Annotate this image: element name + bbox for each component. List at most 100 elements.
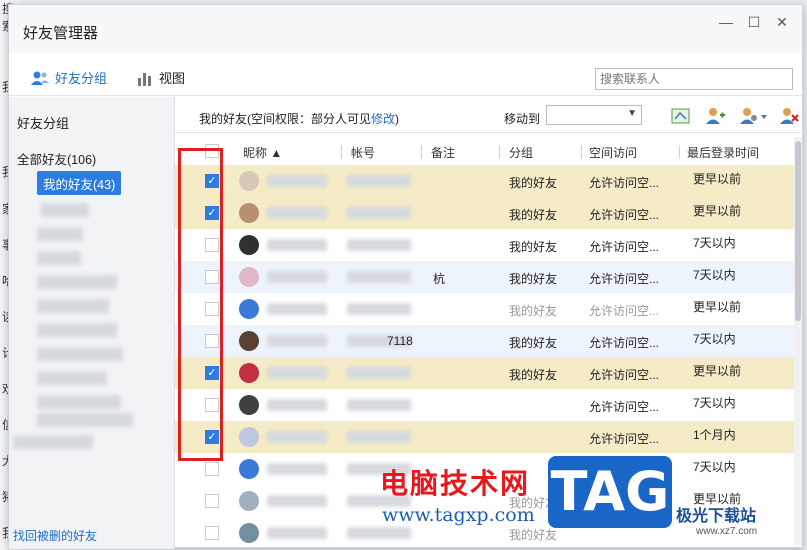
tab-view[interactable]: 视图 bbox=[137, 68, 185, 87]
row-checkbox[interactable] bbox=[205, 494, 219, 508]
column-account[interactable]: 帐号 bbox=[351, 144, 375, 161]
table-row[interactable]: 7118 我的好友 允许访问空... 7天以内 bbox=[175, 325, 795, 357]
watermark-title: 电脑技术网 bbox=[380, 467, 531, 500]
maximize-button[interactable]: ☐ bbox=[743, 11, 765, 33]
users-icon bbox=[31, 71, 49, 85]
table-row[interactable]: 我的好友 允许访问空... 7天以内 bbox=[175, 229, 795, 261]
blurred-account bbox=[347, 207, 411, 219]
row-checkbox[interactable] bbox=[205, 526, 219, 540]
blurred-group[interactable] bbox=[37, 227, 83, 241]
permission-text: 我的好友(空间权限：部分人可见 bbox=[199, 112, 371, 126]
watermark-site-url: www.xz7.com bbox=[696, 526, 758, 537]
space-access-cell: 允许访问空... bbox=[589, 208, 660, 222]
avatar bbox=[239, 331, 259, 351]
blurred-nickname bbox=[267, 239, 327, 251]
space-access-cell: 允许访问空... bbox=[589, 432, 660, 446]
scrollbar-thumb[interactable] bbox=[795, 141, 801, 321]
remark-text: 杭 bbox=[433, 272, 446, 286]
table-row[interactable]: ✓ 我的好友 允许访问空... 更早以前 bbox=[175, 357, 795, 389]
blurred-nickname bbox=[267, 335, 327, 347]
space-access-cell: 允许访问空... bbox=[589, 240, 660, 254]
table-row[interactable]: ✓ 我的好友 允许访问空... 更早以前 bbox=[175, 165, 795, 197]
column-divider bbox=[341, 145, 342, 159]
modify-permission-link[interactable]: 修改 bbox=[371, 112, 395, 126]
vertical-scrollbar[interactable] bbox=[794, 137, 802, 545]
blurred-group[interactable] bbox=[37, 395, 121, 409]
group-cell: 我的好友 bbox=[509, 176, 558, 190]
sidebar-item-all-friends[interactable]: 全部好友(106) bbox=[17, 149, 96, 168]
column-group[interactable]: 分组 bbox=[509, 144, 533, 161]
blurred-nickname bbox=[267, 303, 327, 315]
permission-close-paren: ) bbox=[395, 112, 400, 126]
blurred-group[interactable] bbox=[37, 323, 117, 337]
table-row[interactable]: 我的好友 允许访问空... 更早以前 bbox=[175, 293, 795, 325]
blurred-account bbox=[347, 239, 411, 251]
move-to-select[interactable]: ▼ bbox=[546, 105, 642, 125]
blurred-group[interactable] bbox=[13, 435, 93, 449]
column-divider bbox=[499, 145, 500, 159]
table-row[interactable]: 允许访问空... 7天以内 bbox=[175, 389, 795, 421]
space-access-cell: 允许访问空... bbox=[589, 176, 660, 190]
blurred-group[interactable] bbox=[37, 299, 109, 313]
blurred-nickname bbox=[267, 367, 327, 379]
bar-chart-icon bbox=[138, 72, 151, 86]
column-divider bbox=[581, 145, 582, 159]
table-header: 昵称 ▲ 帐号 备注 分组 空间访问 最后登录时间 bbox=[175, 139, 795, 165]
avatar bbox=[239, 523, 259, 543]
group-cell: 我的好友 bbox=[509, 208, 558, 222]
search-contacts-input[interactable] bbox=[595, 68, 793, 90]
checkbox-highlight-box bbox=[178, 148, 223, 461]
column-nickname-label: 昵称 bbox=[243, 146, 268, 160]
list-header: 我的好友(空间权限：部分人可见修改) 移动到 ▼ bbox=[175, 97, 804, 133]
close-button[interactable]: ✕ bbox=[771, 11, 793, 33]
table-row[interactable]: 杭 我的好友 允许访问空... 7天以内 bbox=[175, 261, 795, 293]
blurred-group[interactable] bbox=[37, 371, 107, 385]
blurred-account bbox=[347, 303, 411, 315]
tab-friend-groups[interactable]: 好友分组 bbox=[31, 68, 107, 87]
sidebar-item-my-friends[interactable]: 我的好友(43) bbox=[37, 171, 122, 195]
add-friend-icon[interactable] bbox=[705, 107, 725, 125]
blurred-group[interactable] bbox=[37, 413, 133, 427]
group-cell: 我的好友 bbox=[509, 528, 558, 542]
space-access-cell: 允许访问空... bbox=[589, 272, 660, 286]
sidebar: 好友分组 全部好友(106) 我的好友(43) 找回被删的好友 bbox=[9, 97, 175, 549]
tab-view-label: 视图 bbox=[159, 71, 186, 86]
blurred-account bbox=[347, 175, 411, 187]
table-row[interactable]: ✓ 允许访问空... 1个月内 bbox=[175, 421, 795, 453]
avatar bbox=[239, 491, 259, 511]
blurred-nickname bbox=[267, 207, 327, 219]
column-divider bbox=[421, 145, 422, 159]
blurred-group[interactable] bbox=[41, 203, 89, 217]
delete-friend-icon[interactable] bbox=[779, 107, 799, 125]
blurred-account bbox=[347, 527, 411, 539]
table-row[interactable]: ✓ 我的好友 允许访问空... 更早以前 bbox=[175, 197, 795, 229]
blurred-nickname bbox=[267, 463, 327, 475]
last-login-cell: 7天以内 bbox=[693, 268, 736, 282]
blurred-account bbox=[347, 431, 411, 443]
last-login-cell: 更早以前 bbox=[693, 172, 742, 186]
column-last-login[interactable]: 最后登录时间 bbox=[687, 144, 759, 161]
last-login-cell: 7天以内 bbox=[693, 460, 736, 474]
manage-friends-dropdown-icon[interactable] bbox=[739, 107, 769, 125]
recover-deleted-friends-link[interactable]: 找回被删的好友 bbox=[13, 527, 97, 544]
blurred-group[interactable] bbox=[37, 347, 123, 361]
last-login-cell: 更早以前 bbox=[693, 364, 742, 378]
watermark-url: www.tagxp.com bbox=[382, 504, 535, 526]
group-cell: 我的好友 bbox=[509, 272, 558, 286]
minimize-button[interactable]: — bbox=[715, 11, 737, 33]
column-nickname[interactable]: 昵称 ▲ bbox=[243, 144, 282, 161]
sidebar-title: 好友分组 bbox=[17, 116, 70, 131]
blurred-account bbox=[347, 399, 411, 411]
column-space-access[interactable]: 空间访问 bbox=[589, 144, 637, 161]
column-remark[interactable]: 备注 bbox=[431, 144, 455, 161]
watermark-tag-logo: TAG bbox=[548, 456, 672, 528]
contact-card-icon[interactable] bbox=[671, 107, 691, 125]
last-login-cell: 7天以内 bbox=[693, 236, 736, 250]
watermark-site-name: 极光下载站 bbox=[676, 508, 757, 525]
avatar bbox=[239, 363, 259, 383]
blurred-group[interactable] bbox=[37, 251, 81, 265]
row-checkbox[interactable] bbox=[205, 462, 219, 476]
move-to-label: 移动到 bbox=[504, 112, 541, 126]
group-cell: 我的好友 bbox=[509, 368, 558, 382]
blurred-group[interactable] bbox=[37, 275, 117, 289]
